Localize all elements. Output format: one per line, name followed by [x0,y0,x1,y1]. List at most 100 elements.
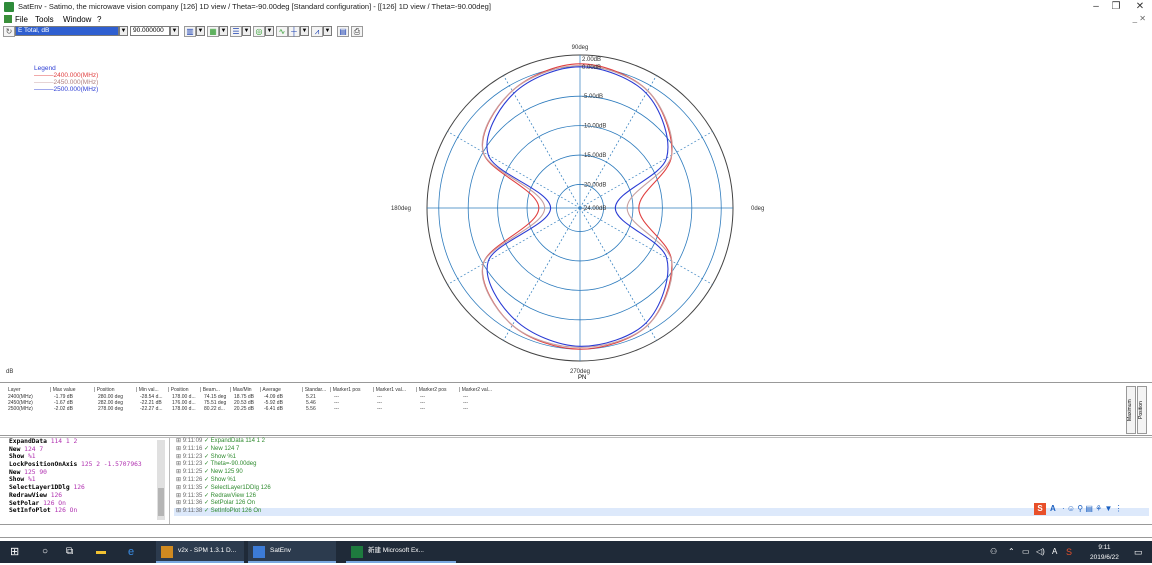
bar-chart-icon[interactable]: ▥ [184,26,196,37]
scrollbar-thumb[interactable] [158,488,164,516]
edge-browser-icon[interactable]: e [128,541,134,563]
tab-position[interactable]: Position [1137,386,1147,434]
network-icon[interactable]: ▭ [1022,541,1030,563]
table-header[interactable]: | Min val... [136,387,159,393]
command-line[interactable]: New 124 7 [0,446,169,454]
expand-icon[interactable]: ⊞ [176,493,183,499]
chevron-down-icon[interactable]: ▼ [119,26,128,36]
log-row[interactable]: ⊞ 9:11:35 ✓ SelectLayer1DDlg 126 [174,485,1149,493]
expand-icon[interactable]: ⊞ [176,508,183,514]
close-button[interactable]: ✕ [1130,1,1150,13]
chevron-down-icon[interactable]: ▼ [323,26,332,36]
menu-tools[interactable]: Tools [35,15,54,24]
notification-icon[interactable]: ▭ [1134,541,1143,563]
table-header[interactable]: | Position [94,387,114,393]
table-header[interactable]: | Beam... [200,387,220,393]
log-row[interactable]: ⊞ 9:11:23 ✓ Theta=-90.00deg [174,461,1149,469]
expand-icon[interactable]: ⊞ [176,500,183,506]
table-header[interactable]: | Max value [50,387,75,393]
quantity-combo[interactable]: E Total, dB [15,26,119,36]
target-icon[interactable]: ◎ [253,26,265,37]
chevron-down-icon[interactable]: ▼ [219,26,228,36]
clock[interactable]: 9:11 2019/6/22 [1090,543,1119,565]
page-icon[interactable]: ▤ [337,26,349,37]
expand-icon[interactable]: ⊞ [176,461,183,467]
table-header[interactable]: | Marker1 pos [330,387,360,393]
command-line[interactable]: SetInfoPlot 126 On [0,507,169,515]
log-row[interactable]: ⊞ 9:11:23 ✓ Show %1 [174,454,1149,462]
log-row[interactable]: ⊞ 9:11:25 ✓ New 125 90 [174,469,1149,477]
sogou-icon[interactable]: S [1066,541,1072,563]
command-scrollbar[interactable] [157,440,165,520]
command-line[interactable]: Show %1 [0,453,169,461]
chart-line-icon[interactable]: ⩘ [311,26,323,37]
table-cell: --- [377,406,382,412]
table-header[interactable]: | Marker2 pos [416,387,446,393]
chevron-down-icon[interactable]: ▼ [242,26,251,36]
file-explorer-icon[interactable]: ▬ [96,541,106,563]
log-row[interactable]: ⊞ 9:11:36 ✓ SetPolar 126 On [174,500,1149,508]
table-header[interactable]: Layer [8,387,21,393]
expand-icon[interactable]: ⊞ [176,446,183,452]
command-line[interactable]: New 125 90 [0,469,169,477]
chevron-down-icon[interactable]: ▼ [300,26,309,36]
chevron-down-icon[interactable]: ▼ [265,26,274,36]
menu-help[interactable]: ? [97,15,101,24]
axes-icon[interactable]: ┼ [288,26,300,37]
value-combo[interactable]: 90.000000 [130,26,170,36]
ime-indicator[interactable]: A [1052,541,1057,563]
ime-icons[interactable]: · ☺ ⚲ ▤ ⚘ ▼ ⋮ [1062,504,1123,513]
command-keyword: LockPositionOnAxis [9,461,81,468]
grid-icon[interactable]: ▦ [207,26,219,37]
expand-icon[interactable]: ⊞ [176,454,183,460]
expand-icon[interactable]: ⊞ [176,477,183,483]
volume-icon[interactable]: ◁) [1036,541,1045,563]
command-line[interactable]: RedrawView 126 [0,492,169,500]
command-line[interactable]: SelectLayer1DDlg 126 [0,484,169,492]
table-header[interactable]: | Marker1 val... [373,387,406,393]
taskbar-app-excel[interactable]: 新建 Microsoft Ex... [346,541,456,563]
mdi-controls[interactable]: _ ✕ [1133,14,1146,23]
menu-file[interactable]: File [15,15,28,24]
command-history[interactable]: ExpandData 114 1 2New 124 7Show %1LockPo… [0,438,170,526]
expand-icon[interactable]: ⊞ [176,469,183,475]
list-icon[interactable]: ☰ [230,26,242,37]
windows-start-icon[interactable]: ⊞ [10,541,19,563]
command-line[interactable]: Show %1 [0,476,169,484]
table-header[interactable]: | Standar... [302,387,326,393]
taskbar-app-satenv[interactable]: SatEnv [248,541,336,563]
task-view-icon[interactable]: ⧉ [66,541,73,563]
log-row[interactable]: ⊞ 9:11:09 ✓ ExpandData 114 1 2 [174,438,1149,446]
chevron-down-icon[interactable]: ▼ [196,26,205,36]
table-header[interactable]: | Position [168,387,188,393]
command-input[interactable] [0,524,1152,538]
chevron-up-icon[interactable]: ⌃ [1008,541,1015,563]
minimize-button[interactable]: – [1086,1,1106,13]
ime-toolbar[interactable]: S A · ☺ ⚲ ▤ ⚘ ▼ ⋮ [1034,503,1152,515]
ime-mode[interactable]: A [1050,504,1056,513]
table-header[interactable]: | Marker2 val... [459,387,492,393]
command-line[interactable]: LockPositionOnAxis 125 2 -1.5707963 [0,461,169,469]
taskbar-app-spm[interactable]: v2x - SPM 1.3.1 D... [156,541,244,563]
menu-window[interactable]: Window [63,15,91,24]
print-icon[interactable]: ⎙ [351,26,363,37]
chevron-down-icon[interactable]: ▼ [170,26,179,36]
maximize-button[interactable]: ❐ [1106,1,1126,13]
log-row[interactable]: ⊞ 9:11:16 ✓ New 124 7 [174,446,1149,454]
refresh-icon[interactable]: ↻ [3,26,15,37]
expand-icon[interactable]: ⊞ [176,438,183,444]
table-header[interactable]: | Max/Min [230,387,252,393]
curve-icon[interactable]: ∿ [276,26,288,37]
log-row[interactable]: ⊞ 9:11:38 ✓ SetInfoPlot 126 On [174,508,1149,516]
command-line[interactable]: ExpandData 114 1 2 [0,438,169,446]
ime-logo-icon[interactable]: S [1034,503,1046,515]
expand-icon[interactable]: ⊞ [176,485,183,491]
people-icon[interactable]: ⚇ [990,541,997,563]
table-header[interactable]: | Average [260,387,281,393]
tab-maximum[interactable]: Maximum [1126,386,1136,434]
log-row[interactable]: ⊞ 9:11:26 ✓ Show %1 [174,477,1149,485]
log-list[interactable]: ⊞ 9:11:09 ✓ ExpandData 114 1 2⊞ 9:11:16 … [174,438,1149,526]
log-row[interactable]: ⊞ 9:11:35 ✓ RedrawView 126 [174,493,1149,501]
command-line[interactable]: SetPolar 126 On [0,500,169,508]
search-icon[interactable]: ○ [42,541,48,563]
